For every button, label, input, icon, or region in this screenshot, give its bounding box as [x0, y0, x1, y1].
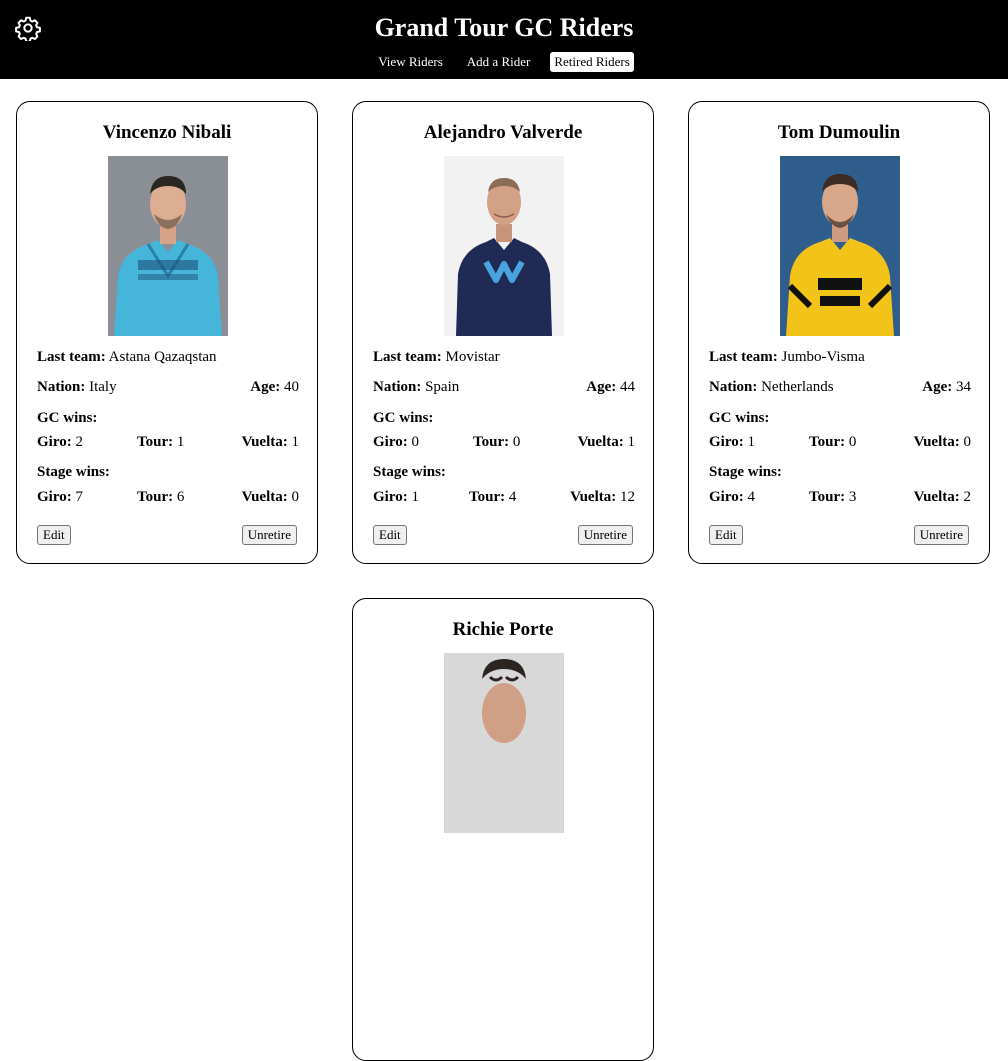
- unretire-button[interactable]: Unretire: [577, 525, 633, 545]
- gc-vuelta-value: 1: [291, 434, 300, 450]
- nav-retired-riders[interactable]: Retired Riders: [550, 52, 634, 72]
- tour-label: Tour:: [137, 489, 174, 505]
- stage-tour-value: 3: [848, 489, 857, 505]
- gc-giro-value: 1: [747, 434, 755, 450]
- stage-giro-value: 1: [411, 489, 419, 505]
- vuelta-label: Vuelta:: [913, 434, 960, 450]
- nation-value: Netherlands: [761, 379, 834, 395]
- last-team-label: Last team:: [709, 349, 778, 365]
- vuelta-label: Vuelta:: [241, 434, 288, 450]
- nation-label: Nation:: [373, 379, 422, 395]
- rider-name: Tom Dumoulin: [777, 122, 901, 143]
- vuelta-label: Vuelta:: [577, 434, 624, 450]
- edit-button[interactable]: Edit: [709, 525, 743, 545]
- nation-label: Nation:: [709, 379, 758, 395]
- rider-card: Richie Porte: [352, 598, 654, 1061]
- last-team-value: Movistar: [445, 349, 500, 365]
- gc-wins-heading: GC wins:: [709, 410, 770, 426]
- rider-card: Alejandro Valverde Last team: Movistar N…: [352, 101, 654, 564]
- age-label: Age:: [250, 379, 281, 395]
- unretire-button[interactable]: Unretire: [241, 525, 297, 545]
- tour-label: Tour:: [473, 434, 510, 450]
- stage-wins-heading: Stage wins:: [373, 464, 446, 480]
- gc-tour-value: 0: [848, 434, 857, 450]
- age-value: 34: [956, 379, 971, 395]
- stage-giro-value: 7: [75, 489, 83, 505]
- gc-vuelta-value: 0: [963, 434, 972, 450]
- gc-wins-heading: GC wins:: [37, 410, 98, 426]
- tour-label: Tour:: [809, 489, 846, 505]
- nation-label: Nation:: [37, 379, 86, 395]
- giro-label: Giro:: [709, 434, 744, 450]
- rider-name: Vincenzo Nibali: [102, 122, 232, 143]
- rider-name: Richie Porte: [452, 619, 554, 640]
- rider-photo: [444, 653, 564, 833]
- stage-tour-value: 4: [508, 489, 517, 505]
- stage-vuelta-value: 12: [620, 489, 635, 505]
- last-team-value: Jumbo-Visma: [781, 349, 865, 365]
- rider-photo: [780, 156, 900, 336]
- unretire-button[interactable]: Unretire: [913, 525, 969, 545]
- nav-add-rider[interactable]: Add a Rider: [463, 52, 535, 72]
- stage-vuelta-value: 2: [963, 489, 972, 505]
- gc-tour-value: 0: [512, 434, 521, 450]
- last-team-label: Last team:: [373, 349, 442, 365]
- top-bar: Grand Tour GC Riders View Riders Add a R…: [0, 0, 1008, 79]
- giro-label: Giro:: [37, 489, 72, 505]
- last-team-label: Last team:: [37, 349, 106, 365]
- last-team-value: Astana Qazaqstan: [108, 349, 217, 365]
- giro-label: Giro:: [373, 434, 408, 450]
- age-label: Age:: [922, 379, 953, 395]
- rider-photo: [108, 156, 228, 336]
- age-value: 40: [284, 379, 299, 395]
- gc-tour-value: 1: [176, 434, 185, 450]
- rider-card: Vincenzo Nibali Last team: Astana Qazaqs…: [16, 101, 318, 564]
- giro-label: Giro:: [373, 489, 408, 505]
- gc-giro-value: 2: [75, 434, 83, 450]
- stage-wins-heading: Stage wins:: [37, 464, 110, 480]
- age-label: Age:: [586, 379, 617, 395]
- stage-giro-value: 4: [747, 489, 755, 505]
- nation-value: Italy: [89, 379, 117, 395]
- gc-wins-heading: GC wins:: [373, 410, 434, 426]
- rider-name: Alejandro Valverde: [423, 122, 583, 143]
- vuelta-label: Vuelta:: [241, 489, 288, 505]
- stage-vuelta-value: 0: [291, 489, 300, 505]
- giro-label: Giro:: [37, 434, 72, 450]
- rider-photo: [444, 156, 564, 336]
- tour-label: Tour:: [469, 489, 506, 505]
- nav-view-riders[interactable]: View Riders: [374, 52, 447, 72]
- gc-giro-value: 0: [411, 434, 419, 450]
- rider-card: Tom Dumoulin Last team: Jumbo-Visma Nati…: [688, 101, 990, 564]
- nav-bar: View Riders Add a Rider Retired Riders: [0, 52, 1008, 72]
- tour-label: Tour:: [809, 434, 846, 450]
- stage-tour-value: 6: [176, 489, 185, 505]
- gc-vuelta-value: 1: [627, 434, 636, 450]
- vuelta-label: Vuelta:: [570, 489, 617, 505]
- giro-label: Giro:: [709, 489, 744, 505]
- tour-label: Tour:: [137, 434, 174, 450]
- nation-value: Spain: [425, 379, 460, 395]
- stage-wins-heading: Stage wins:: [709, 464, 782, 480]
- page-title: Grand Tour GC Riders: [374, 13, 634, 42]
- age-value: 44: [620, 379, 635, 395]
- vuelta-label: Vuelta:: [913, 489, 960, 505]
- edit-button[interactable]: Edit: [37, 525, 71, 545]
- edit-button[interactable]: Edit: [373, 525, 407, 545]
